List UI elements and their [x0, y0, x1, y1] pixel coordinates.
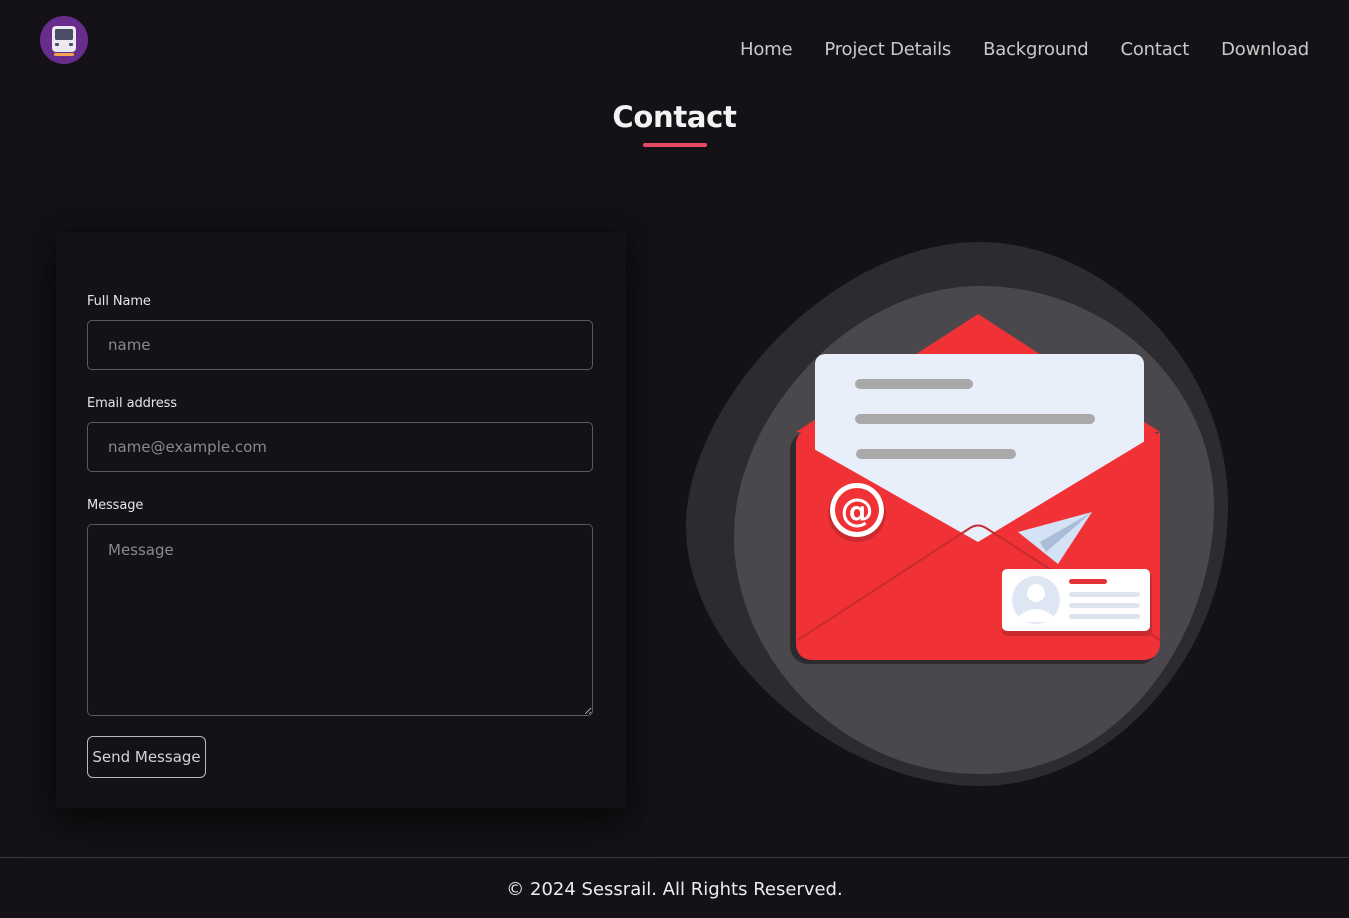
at-symbol: @	[841, 491, 874, 530]
message-textarea[interactable]	[87, 524, 593, 716]
site-logo[interactable]	[40, 16, 88, 64]
open-envelope-icon: @	[686, 242, 1228, 786]
send-message-button[interactable]: Send Message	[87, 736, 206, 778]
full-name-label: Full Name	[87, 294, 151, 309]
email-label: Email address	[87, 396, 177, 411]
nav-contact[interactable]: Contact	[1120, 38, 1189, 62]
nav-home[interactable]: Home	[740, 38, 793, 62]
contact-illustration: @	[680, 236, 1240, 800]
page-title: Contact	[612, 100, 737, 134]
nav-project-details[interactable]: Project Details	[824, 38, 951, 62]
title-underline	[643, 143, 707, 147]
train-icon	[52, 26, 76, 56]
site-footer: © 2024 Sessrail. All Rights Reserved.	[0, 857, 1349, 918]
nav-download[interactable]: Download	[1221, 38, 1309, 62]
main-nav: Home Project Details Background Contact …	[740, 38, 1309, 62]
contact-form: Full Name Email address Message Send Mes…	[56, 232, 626, 808]
nav-background[interactable]: Background	[983, 38, 1089, 62]
message-label: Message	[87, 498, 144, 513]
email-input[interactable]	[87, 422, 593, 472]
page: Home Project Details Background Contact …	[0, 0, 1349, 918]
copyright-text: © 2024 Sessrail. All Rights Reserved.	[506, 879, 843, 900]
full-name-input[interactable]	[87, 320, 593, 370]
